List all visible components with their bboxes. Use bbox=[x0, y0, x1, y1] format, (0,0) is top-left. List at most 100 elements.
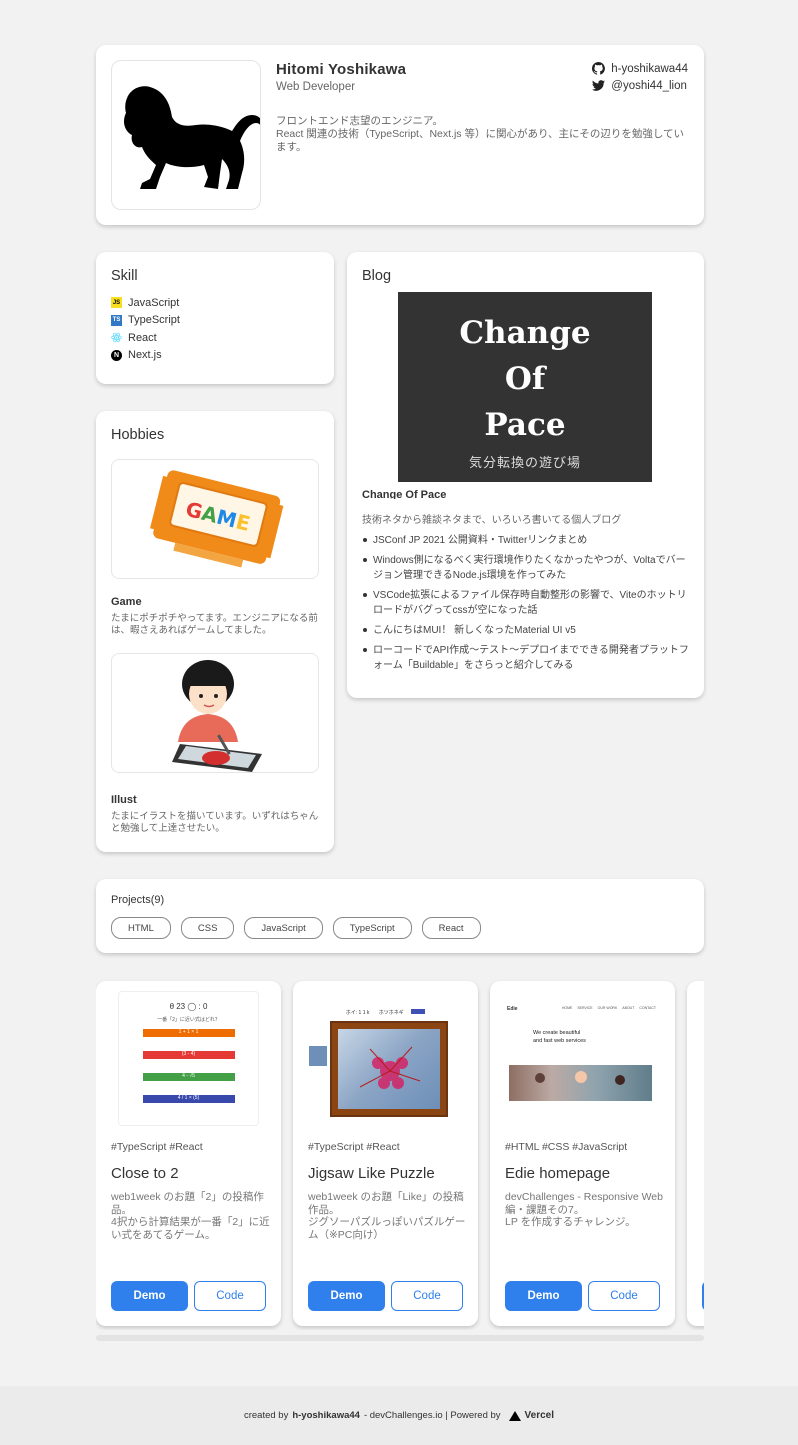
nextjs-icon: N bbox=[111, 349, 122, 361]
blog-post-list: JSConf JP 2021 公開資料・Twitterリンクまとめ Window… bbox=[362, 533, 692, 678]
skill-title: Skill bbox=[111, 268, 138, 284]
carousel-scrollbar[interactable] bbox=[96, 1335, 704, 1341]
hobbies-title: Hobbies bbox=[111, 427, 165, 443]
tag-react-button[interactable]: React bbox=[421, 917, 481, 939]
project-tags: #TypeScript #React bbox=[111, 1141, 203, 1153]
blog-post-link[interactable]: こんにちはMUI！ 新しくなったMaterial UI v5 bbox=[362, 623, 692, 638]
project-desc: web1week のお題「2」の投稿作品。 4択から計算結果が一番「2」に近い式… bbox=[111, 1191, 270, 1241]
footer: created by h-yoshikawa44 - devChallenges… bbox=[0, 1386, 798, 1445]
blog-image-title-2: Of bbox=[504, 361, 546, 397]
project-screenshot-jigsaw: ホイ: 1 1 k ホツホネギ bbox=[308, 991, 463, 1126]
tag-html-button[interactable]: HTML bbox=[111, 917, 171, 939]
blog-thumbnail[interactable]: Change Of Pace 気分転換の遊び場 bbox=[398, 292, 652, 482]
game-cartridge-image: GAME bbox=[111, 459, 319, 579]
code-button[interactable]: Code bbox=[588, 1281, 660, 1311]
demo-button[interactable]: Demo bbox=[505, 1281, 582, 1311]
blog-post-link[interactable]: VSCode拡張によるファイル保存時自動整形の影響で、Viteのホットリロードが… bbox=[362, 588, 692, 618]
project-tag-filter: HTML CSS JavaScript TypeScript React bbox=[111, 917, 481, 939]
lion-icon bbox=[124, 86, 260, 189]
github-link[interactable]: h-yoshikawa44 bbox=[592, 60, 688, 77]
footer-site: - devChallenges.io | Powered by bbox=[363, 1410, 501, 1421]
footer-vercel-link[interactable]: Vercel bbox=[525, 1410, 554, 1421]
profile-role: Web Developer bbox=[276, 81, 356, 93]
skill-item-nextjs: N Next.js bbox=[111, 347, 180, 365]
blog-post-link[interactable]: JSConf JP 2021 公開資料・Twitterリンクまとめ bbox=[362, 533, 692, 548]
project-name: Edie homepage bbox=[505, 1165, 611, 1182]
project-tags: #HTML #CSS #JavaScript bbox=[505, 1141, 628, 1153]
project-card: θ 23 ◯ : 0 一番「2」に近い式はどれ？ 1 + 1 × 1 (3 - … bbox=[96, 981, 281, 1326]
project-tags: #TypeScript #React bbox=[308, 1141, 400, 1153]
hobbies-card: Hobbies GAME Game たまにポチポチやってます。エンジニアになる前… bbox=[96, 411, 334, 852]
shot-headline-2: and fast web services bbox=[533, 1038, 586, 1044]
typescript-icon: TS bbox=[111, 314, 122, 326]
github-username: h-yoshikawa44 bbox=[611, 62, 688, 75]
blog-image-subtitle: 気分転換の遊び場 bbox=[468, 455, 581, 470]
hobby-desc-game: たまにポチポチやってます。エンジニアになる前は、暇さえあればゲームしてました。 bbox=[111, 613, 318, 636]
shot-nav-item: CONTACT bbox=[639, 1006, 656, 1010]
tag-typescript-button[interactable]: TypeScript bbox=[332, 917, 412, 939]
project-screenshot-close-to-2: θ 23 ◯ : 0 一番「2」に近い式はどれ？ 1 + 1 × 1 (3 - … bbox=[118, 991, 259, 1126]
footer-created-by: created by bbox=[243, 1410, 289, 1421]
skill-label: Next.js bbox=[128, 349, 162, 362]
bio-line-2: React 関連の技術（TypeScript、Next.js 等）に関心があり、… bbox=[276, 128, 685, 153]
footer-author-link[interactable]: h-yoshikawa44 bbox=[292, 1410, 360, 1421]
project-carousel[interactable]: θ 23 ◯ : 0 一番「2」に近い式はどれ？ 1 + 1 × 1 (3 - … bbox=[96, 978, 704, 1330]
demo-button[interactable]: Demo bbox=[308, 1281, 385, 1311]
github-icon bbox=[592, 62, 606, 75]
profile-bio: フロントエンド志望のエンジニア。 React 関連の技術（TypeScript、… bbox=[276, 115, 688, 154]
twitter-username: @yoshi44_lion bbox=[611, 79, 687, 92]
shot-question: 一番「2」に近い式はどれ？ bbox=[157, 1017, 220, 1023]
shot-tab-2: ホツホネギ bbox=[378, 1010, 404, 1016]
vercel-icon bbox=[508, 1410, 521, 1421]
blog-card: Blog Change Of Pace 気分転換の遊び場 Change Of P… bbox=[347, 252, 704, 698]
project-desc: devChallenges - Responsive Web 編・課題その7。 … bbox=[505, 1191, 663, 1228]
code-button[interactable]: Code bbox=[194, 1281, 266, 1311]
shot-nav-item: OUR WORK bbox=[597, 1006, 618, 1010]
tag-css-button[interactable]: CSS bbox=[180, 917, 235, 939]
project-screenshot-edie: Edie HOME SERVICE OUR WORK ABOUT CONTACT… bbox=[505, 991, 660, 1126]
shot-score: θ 23 ◯ : 0 bbox=[169, 1002, 208, 1011]
blog-post-link[interactable]: ローコードでAPI作成〜テスト〜デプロイまでできる開発者プラットフォーム「Bui… bbox=[362, 643, 692, 673]
blog-name: Change Of Pace bbox=[362, 489, 447, 499]
skill-label: TypeScript bbox=[128, 314, 180, 327]
demo-button[interactable]: Demo bbox=[111, 1281, 188, 1311]
project-card: Edie HOME SERVICE OUR WORK ABOUT CONTACT… bbox=[490, 981, 675, 1326]
shot-tab-1: ホイ: 1 1 k bbox=[345, 1010, 370, 1016]
shot-nav-item: ABOUT bbox=[622, 1006, 635, 1010]
shot-logo: Edie bbox=[507, 1006, 518, 1012]
blog-title: Blog bbox=[362, 268, 392, 284]
skill-item-typescript: TS TypeScript bbox=[111, 312, 180, 330]
tag-javascript-button[interactable]: JavaScript bbox=[244, 917, 323, 939]
social-links: h-yoshikawa44 @yoshi44_lion bbox=[592, 60, 688, 94]
skill-item-javascript: JS JavaScript bbox=[111, 294, 180, 312]
skill-label: React bbox=[128, 331, 157, 344]
twitter-link[interactable]: @yoshi44_lion bbox=[592, 77, 688, 94]
shot-nav-item: HOME bbox=[561, 1006, 573, 1010]
code-button[interactable]: Code bbox=[391, 1281, 463, 1311]
illust-girl-image bbox=[111, 653, 319, 773]
blog-post-link[interactable]: Windows側になるべく実行環境作りたくなかったやつが、Voltaでバージョン… bbox=[362, 553, 692, 583]
skill-item-react: React bbox=[111, 329, 180, 347]
skill-list: JS JavaScript TS TypeScript React N Next… bbox=[111, 294, 180, 364]
shot-answer-3: 4 - √5 bbox=[142, 1073, 235, 1081]
shot-headline-1: We create beautiful bbox=[533, 1030, 581, 1036]
skill-card: Skill JS JavaScript TS TypeScript React … bbox=[96, 252, 334, 384]
profile-name: Hitomi Yoshikawa bbox=[276, 61, 407, 78]
react-icon bbox=[111, 332, 122, 343]
avatar bbox=[111, 60, 261, 210]
shot-answer-2: (3 - 4) bbox=[142, 1051, 235, 1059]
shot-answer-1: 1 + 1 × 1 bbox=[142, 1029, 235, 1037]
demo-button[interactable] bbox=[702, 1281, 704, 1311]
hobby-title-game: Game bbox=[111, 596, 142, 608]
skill-label: JavaScript bbox=[128, 296, 180, 309]
shot-nav-item: SERVICE bbox=[577, 1006, 593, 1010]
project-name: Close to 2 bbox=[111, 1165, 179, 1182]
projects-card: Projects(9) HTML CSS JavaScript TypeScri… bbox=[96, 879, 704, 953]
bio-line-1: フロントエンド志望のエンジニア。 bbox=[276, 115, 443, 127]
javascript-icon: JS bbox=[111, 297, 122, 309]
project-card-partial bbox=[687, 981, 704, 1326]
projects-title: Projects(9) bbox=[111, 894, 165, 906]
hobby-desc-illust: たまにイラストを描いています。いずれはちゃんと勉強して上達させたい。 bbox=[111, 811, 319, 834]
twitter-icon bbox=[592, 80, 606, 91]
hobby-title-illust: Illust bbox=[111, 794, 137, 806]
